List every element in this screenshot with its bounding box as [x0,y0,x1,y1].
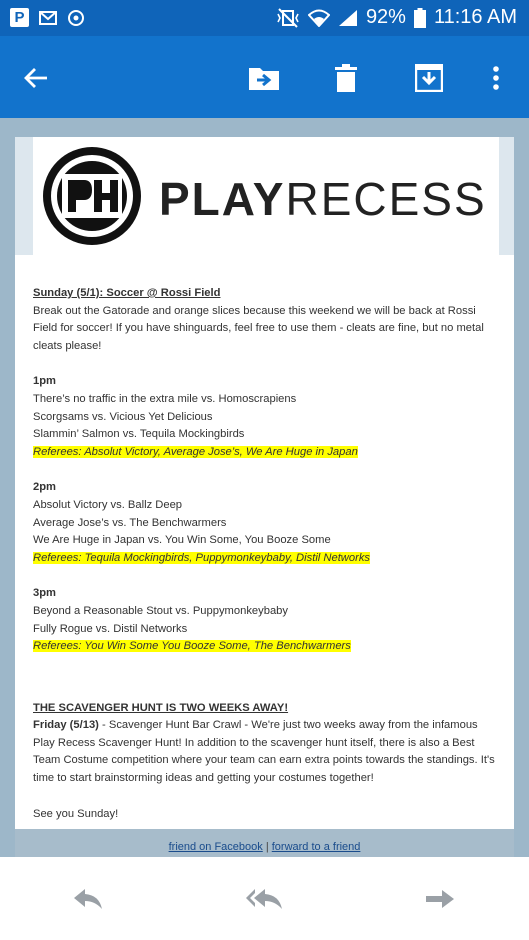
playrecess-logo: PLAYRECESS [33,137,499,255]
status-right: 92% 11:16 AM [276,6,517,29]
more-vert-icon [493,66,499,90]
p-icon: P [10,8,29,27]
time-slot: 3pm Beyond a Reasonable Stout vs. Puppym… [33,585,499,655]
signoff: See you Sunday! [33,807,119,820]
game-line: We Are Huge in Japan vs. You Win Some, Y… [33,534,331,547]
status-bar: P 92% 11:16 AM [0,0,529,36]
hunt-text: - Scavenger Hunt Bar Crawl - We're just … [33,719,495,785]
scavenger-heading: THE SCAVENGER HUNT IS TWO WEEKS AWAY! [33,701,289,714]
time-slot: 1pm There’s no traffic in the extra mile… [33,373,499,461]
reply-all-button[interactable] [244,883,284,915]
status-left-icons: P [10,8,85,27]
signal-icon [338,9,357,26]
save-download-icon [415,64,443,92]
game-line: There’s no traffic in the extra mile vs.… [33,392,297,405]
referees-line: Referees: Absolut Victory, Average Jose’… [33,445,358,458]
delete-button[interactable] [326,58,366,98]
game-line: Beyond a Reasonable Stout vs. Puppymonke… [33,604,288,617]
more-options-button[interactable] [476,58,516,98]
game-line: Absolut Victory vs. Ballz Deep [33,498,183,511]
move-to-folder-button[interactable] [244,58,284,98]
friend-on-facebook-link[interactable]: friend on Facebook [169,841,263,853]
reply-icon [74,889,102,909]
soccer-heading: Sunday (5/1): Soccer @ Rossi Field [33,287,221,299]
move-to-folder-icon [249,68,279,90]
save-button[interactable] [409,58,449,98]
wifi-icon [307,9,330,27]
bottom-nav [0,857,529,940]
vibrate-mute-icon [277,7,299,28]
mail-icon [39,10,57,25]
scavenger-paragraph: Friday (5/13) - Scavenger Hunt Bar Crawl… [33,717,499,787]
playrecess-wordmark: PLAYRECESS [159,173,487,225]
hunt-date: Friday (5/13) [33,719,99,732]
email-body: PLAYRECESS Sunday (5/1): Soccer @ Rossi … [15,137,514,857]
soccer-intro: Break out the Gatorade and orange slices… [33,304,484,352]
logo-side-left [15,137,33,255]
footer-separator: | [265,841,269,853]
game-line: Average Jose’s vs. The Benchwarmers [33,516,227,529]
forward-to-friend-link[interactable]: forward to a friend [272,841,361,853]
battery-percent: 92% [365,6,406,28]
reply-button[interactable] [68,883,108,915]
playrecess-logo-mark [43,147,141,245]
battery-icon [413,7,426,28]
forward-button[interactable] [420,883,460,915]
back-button[interactable] [16,58,56,98]
status-time: 11:16 AM [433,6,517,28]
reply-all-icon [246,889,282,909]
game-line: Fully Rogue vs. Distil Networks [33,622,188,635]
email-footer: friend on Facebook | forward to a friend [15,829,514,857]
game-line: Slammin’ Salmon vs. Tequila Mockingbirds [33,428,245,441]
time-slot: 2pm Absolut Victory vs. Ballz Deep Avera… [33,479,499,567]
slot-time: 3pm [33,587,57,600]
slot-time: 2pm [33,481,57,494]
forward-icon [426,890,454,908]
back-arrow-icon [24,68,47,88]
referees-line: Referees: You Win Some You Booze Some, T… [33,640,351,653]
trash-icon [335,64,357,92]
slot-time: 1pm [33,375,57,388]
sync-icon [68,9,84,26]
action-bar [0,36,529,118]
email-content: Sunday (5/1): Soccer @ Rossi Field Break… [33,285,499,823]
referees-line: Referees: Tequila Mockingbirds, Puppymon… [33,551,371,564]
game-line: Scorgsams vs. Vicious Yet Delicious [33,410,213,423]
